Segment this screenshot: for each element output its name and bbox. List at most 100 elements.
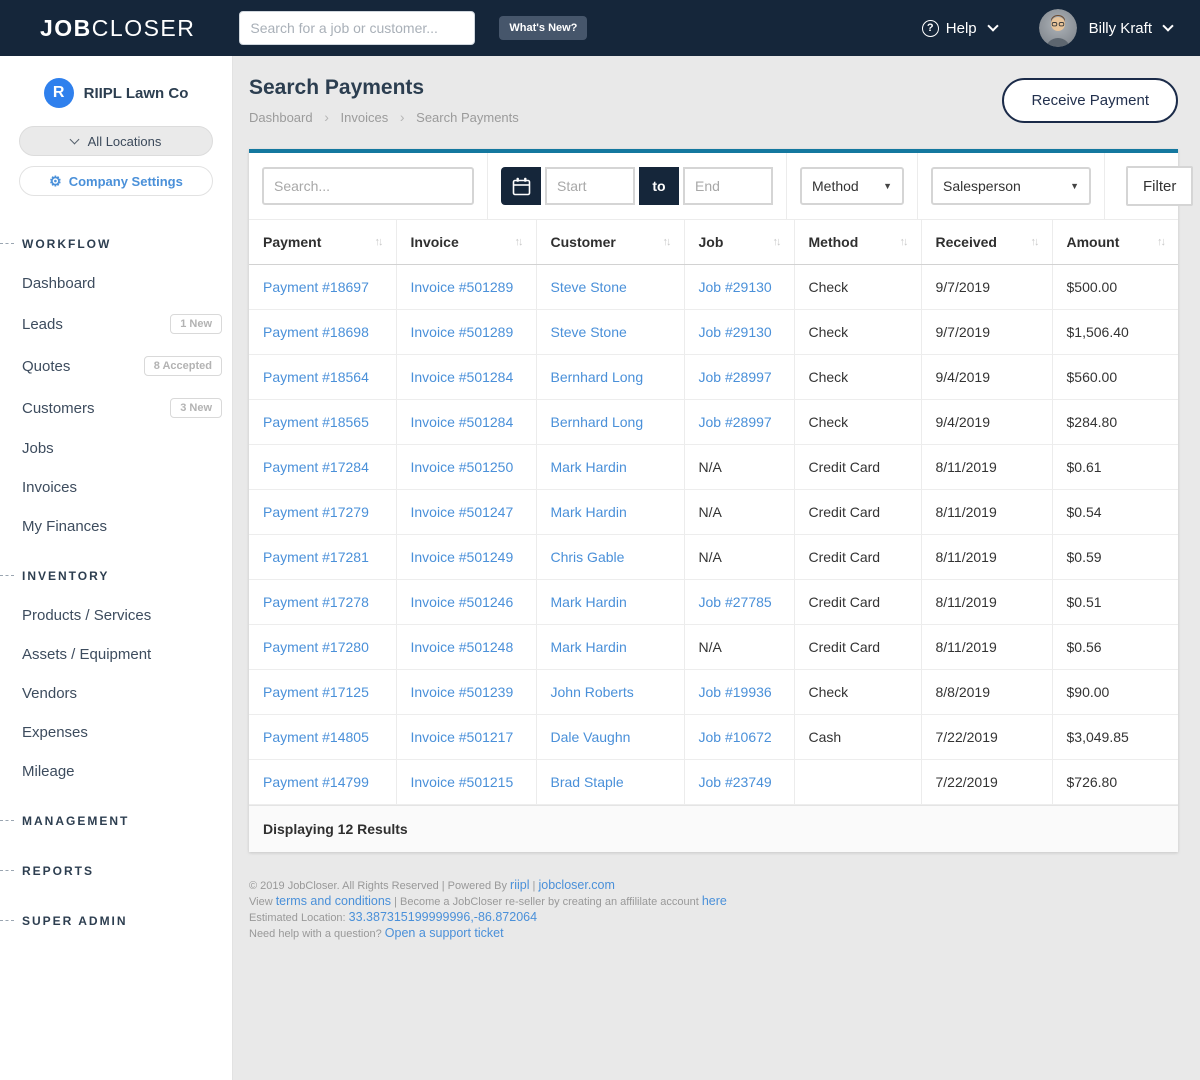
- job-link[interactable]: Job #29130: [699, 324, 772, 340]
- payment-link[interactable]: Payment #18698: [263, 324, 369, 340]
- invoice-link[interactable]: Invoice #501217: [411, 729, 514, 745]
- payment-link[interactable]: Payment #14805: [263, 729, 369, 745]
- sidebar-item-assets-equipment[interactable]: Assets / Equipment: [0, 635, 232, 674]
- sort-icon[interactable]: ↑↓: [900, 236, 907, 248]
- payment-link[interactable]: Payment #17284: [263, 459, 369, 475]
- customer-link[interactable]: Chris Gable: [551, 549, 625, 565]
- job-link[interactable]: Job #29130: [699, 279, 772, 295]
- customer-link[interactable]: Steve Stone: [551, 279, 627, 295]
- column-header-received[interactable]: Received↑↓: [921, 220, 1052, 265]
- jobcloser-link[interactable]: jobcloser.com: [538, 878, 614, 892]
- sort-icon[interactable]: ↑↓: [773, 236, 780, 248]
- cell-job: Job #28997: [684, 355, 794, 400]
- sort-icon[interactable]: ↑↓: [375, 236, 382, 248]
- sidebar-item-products-services[interactable]: Products / Services: [0, 596, 232, 635]
- sort-icon[interactable]: ↑↓: [1157, 236, 1164, 248]
- invoice-link[interactable]: Invoice #501246: [411, 594, 514, 610]
- customer-link[interactable]: Mark Hardin: [551, 459, 627, 475]
- invoice-link[interactable]: Invoice #501248: [411, 639, 514, 655]
- job-link[interactable]: Job #28997: [699, 369, 772, 385]
- column-header-invoice[interactable]: Invoice↑↓: [396, 220, 536, 265]
- riipl-link[interactable]: riipl: [510, 878, 529, 892]
- sidebar-item-jobs[interactable]: Jobs: [0, 429, 232, 468]
- sidebar-item-leads[interactable]: Leads1 New: [0, 303, 232, 345]
- cell-received: 9/4/2019: [921, 400, 1052, 445]
- salesperson-select[interactable]: Salesperson ▼: [931, 167, 1091, 205]
- user-avatar[interactable]: [1039, 9, 1077, 47]
- method-select[interactable]: Method ▼: [800, 167, 904, 205]
- all-locations-dropdown[interactable]: All Locations: [19, 126, 213, 156]
- global-search-input[interactable]: [239, 11, 475, 45]
- filter-button[interactable]: Filter: [1126, 166, 1193, 206]
- customer-link[interactable]: Mark Hardin: [551, 594, 627, 610]
- payment-link[interactable]: Payment #17279: [263, 504, 369, 520]
- column-header-customer[interactable]: Customer↑↓: [536, 220, 684, 265]
- sidebar-item-expenses[interactable]: Expenses: [0, 713, 232, 752]
- invoice-link[interactable]: Invoice #501239: [411, 684, 514, 700]
- help-menu[interactable]: ? Help: [922, 20, 997, 37]
- company-logo-icon: R: [44, 78, 74, 108]
- company-settings-button[interactable]: ⚙ Company Settings: [19, 166, 213, 196]
- payment-link[interactable]: Payment #17125: [263, 684, 369, 700]
- invoice-link[interactable]: Invoice #501284: [411, 414, 514, 430]
- invoice-link[interactable]: Invoice #501247: [411, 504, 514, 520]
- sidebar-item-customers[interactable]: Customers3 New: [0, 387, 232, 429]
- location-coords-link[interactable]: 33.387315199999996,-86.872064: [349, 910, 537, 924]
- help-label: Help: [946, 20, 977, 37]
- customer-link[interactable]: Mark Hardin: [551, 504, 627, 520]
- chevron-down-icon[interactable]: [1162, 20, 1173, 31]
- sort-icon[interactable]: ↑↓: [1031, 236, 1038, 248]
- date-start-input[interactable]: [545, 167, 635, 205]
- calendar-button[interactable]: [501, 167, 541, 205]
- payment-link[interactable]: Payment #17281: [263, 549, 369, 565]
- invoice-link[interactable]: Invoice #501289: [411, 279, 514, 295]
- payment-link[interactable]: Payment #17278: [263, 594, 369, 610]
- column-header-job[interactable]: Job↑↓: [684, 220, 794, 265]
- customer-link[interactable]: John Roberts: [551, 684, 634, 700]
- customer-link[interactable]: Bernhard Long: [551, 369, 644, 385]
- payment-link[interactable]: Payment #14799: [263, 774, 369, 790]
- payment-link[interactable]: Payment #18697: [263, 279, 369, 295]
- payments-table: Payment↑↓Invoice↑↓Customer↑↓Job↑↓Method↑…: [249, 219, 1178, 805]
- breadcrumb-dashboard[interactable]: Dashboard: [249, 110, 313, 125]
- sort-icon[interactable]: ↑↓: [515, 236, 522, 248]
- sidebar-item-mileage[interactable]: Mileage: [0, 752, 232, 791]
- table-search-input[interactable]: [262, 167, 474, 205]
- sort-icon[interactable]: ↑↓: [663, 236, 670, 248]
- sidebar-item-vendors[interactable]: Vendors: [0, 674, 232, 713]
- invoice-link[interactable]: Invoice #501284: [411, 369, 514, 385]
- job-link[interactable]: Job #27785: [699, 594, 772, 610]
- column-header-method[interactable]: Method↑↓: [794, 220, 921, 265]
- support-ticket-link[interactable]: Open a support ticket: [385, 926, 504, 940]
- payment-link[interactable]: Payment #18564: [263, 369, 369, 385]
- payment-link[interactable]: Payment #17280: [263, 639, 369, 655]
- column-header-payment[interactable]: Payment↑↓: [249, 220, 396, 265]
- terms-link[interactable]: terms and conditions: [276, 894, 391, 908]
- user-menu[interactable]: Billy Kraft: [1089, 20, 1152, 37]
- breadcrumb-invoices[interactable]: Invoices: [341, 110, 389, 125]
- invoice-link[interactable]: Invoice #501215: [411, 774, 514, 790]
- receive-payment-button[interactable]: Receive Payment: [1002, 78, 1178, 123]
- affiliate-here-link[interactable]: here: [702, 894, 727, 908]
- invoice-link[interactable]: Invoice #501249: [411, 549, 514, 565]
- whats-new-button[interactable]: What's New?: [499, 16, 587, 40]
- date-end-input[interactable]: [683, 167, 773, 205]
- sidebar-item-dashboard[interactable]: Dashboard: [0, 264, 232, 303]
- customer-link[interactable]: Dale Vaughn: [551, 729, 631, 745]
- customer-link[interactable]: Mark Hardin: [551, 639, 627, 655]
- payment-link[interactable]: Payment #18565: [263, 414, 369, 430]
- sidebar-item-invoices[interactable]: Invoices: [0, 468, 232, 507]
- invoice-link[interactable]: Invoice #501289: [411, 324, 514, 340]
- customer-link[interactable]: Brad Staple: [551, 774, 624, 790]
- customer-link[interactable]: Bernhard Long: [551, 414, 644, 430]
- job-link[interactable]: Job #28997: [699, 414, 772, 430]
- job-link[interactable]: Job #19936: [699, 684, 772, 700]
- customer-link[interactable]: Steve Stone: [551, 324, 627, 340]
- job-link[interactable]: Job #10672: [699, 729, 772, 745]
- sidebar-item-quotes[interactable]: Quotes8 Accepted: [0, 345, 232, 387]
- invoice-link[interactable]: Invoice #501250: [411, 459, 514, 475]
- sidebar-item-my-finances[interactable]: My Finances: [0, 507, 232, 546]
- sidebar-item-label: Invoices: [22, 479, 77, 496]
- column-header-amount[interactable]: Amount↑↓: [1052, 220, 1178, 265]
- job-link[interactable]: Job #23749: [699, 774, 772, 790]
